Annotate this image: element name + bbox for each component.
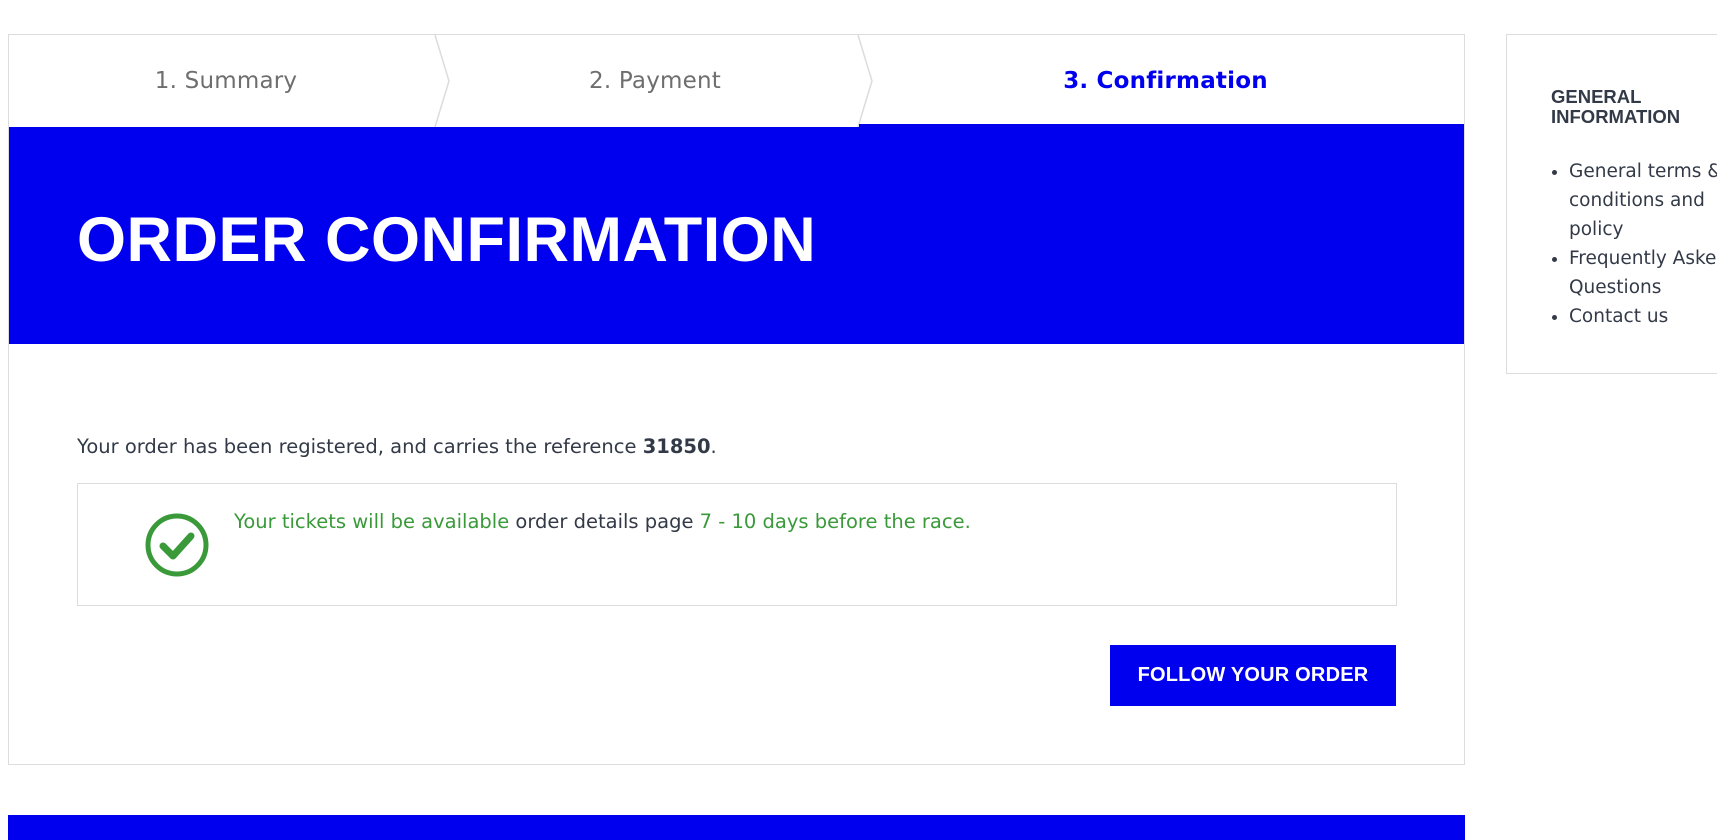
general-information-sidebar: GENERAL INFORMATION General terms & cond… <box>1506 34 1717 374</box>
tickets-availability-notice: Your tickets will be available order det… <box>77 483 1397 606</box>
notice-text-timeframe: 7 - 10 days before the race. <box>699 510 971 533</box>
terms-link[interactable]: General terms & conditions and policy <box>1569 161 1717 240</box>
check-circle-icon <box>145 513 209 577</box>
sidebar-item-contact: Contact us <box>1569 302 1717 331</box>
order-reference: 31850 <box>642 435 711 458</box>
notice-text-available: Your tickets will be available <box>234 510 510 533</box>
sidebar-title: GENERAL INFORMATION <box>1551 86 1681 127</box>
sidebar-item-terms: General terms & conditions and policy <box>1569 157 1717 244</box>
checkout-steps: 1. Summary 2. Payment 3. Confirmation <box>9 35 1464 127</box>
confirmation-banner: ORDER CONFIRMATION <box>9 124 1464 344</box>
follow-your-order-button[interactable]: FOLLOW YOUR ORDER <box>1110 645 1396 706</box>
notice-text: Your tickets will be available order det… <box>234 510 971 533</box>
sidebar-links: General terms & conditions and policy Fr… <box>1551 157 1717 331</box>
step-summary[interactable]: 1. Summary <box>9 35 443 127</box>
notice-text-order-details: order details page <box>509 510 700 533</box>
order-registered-message: Your order has been registered, and carr… <box>77 435 717 458</box>
sidebar-item-faq: Frequently Asked Questions <box>1569 244 1717 302</box>
order-message-prefix: Your order has been registered, and carr… <box>77 435 643 458</box>
faq-link[interactable]: Frequently Asked Questions <box>1569 248 1717 298</box>
order-message-suffix: . <box>710 435 717 458</box>
order-confirmation-card: 1. Summary 2. Payment 3. Confirmation OR… <box>8 34 1465 765</box>
step-payment[interactable]: 2. Payment <box>443 35 867 127</box>
step-confirmation: 3. Confirmation <box>1063 68 1268 94</box>
contact-link[interactable]: Contact us <box>1569 306 1668 327</box>
page-title: ORDER CONFIRMATION <box>77 205 817 275</box>
bottom-banner-bar <box>8 815 1465 840</box>
